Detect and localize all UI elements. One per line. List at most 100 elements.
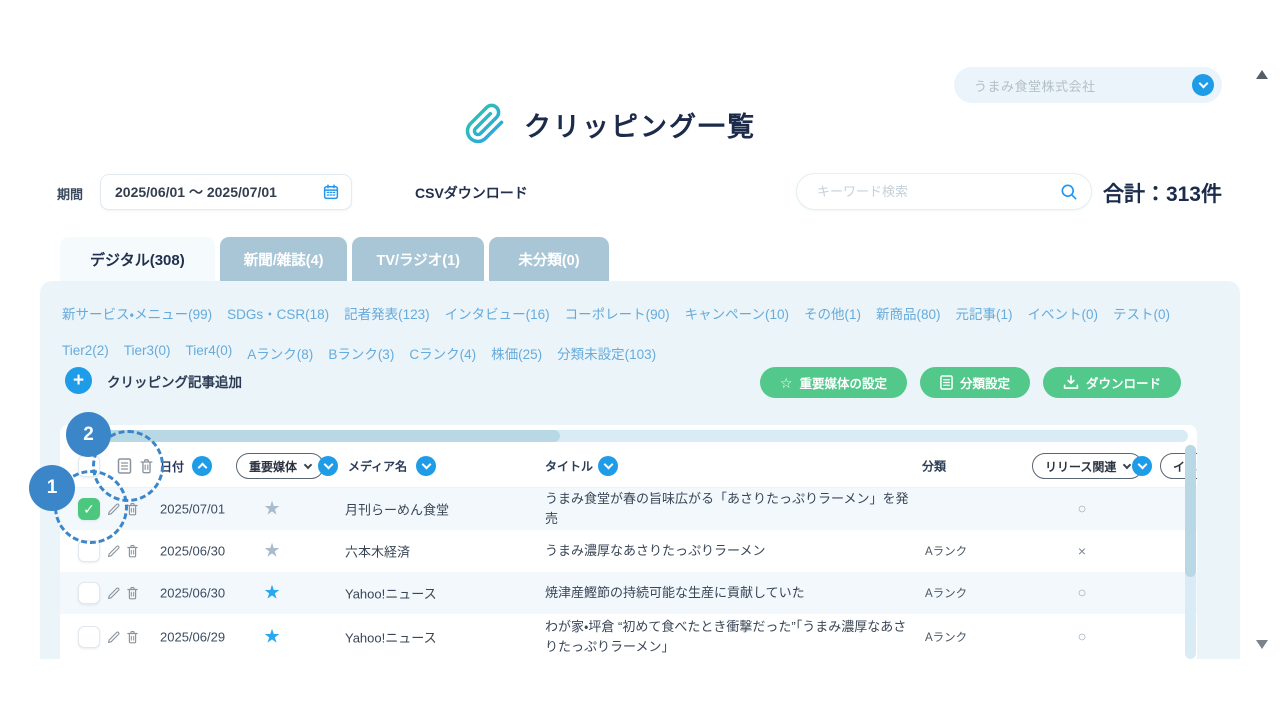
table-row: 2025/06/30 ★ Yahoo!ニュース 焼津産鰹節の持続可能な生産に貢献… — [60, 572, 1197, 614]
column-header-date[interactable]: 日付 — [160, 456, 212, 476]
important-media-settings-label: 重要媒体の設定 — [799, 373, 887, 392]
row-title[interactable]: 焼津産鰹節の持続可能な生産に貢献していた — [545, 583, 913, 603]
chevron-down-icon[interactable] — [1192, 74, 1214, 96]
row-date: 2025/06/30 — [160, 586, 225, 601]
category-filter-link[interactable]: Tier2(2) — [62, 343, 109, 363]
tab-newspaper-magazine[interactable]: 新聞/雑誌(4) — [220, 237, 348, 281]
table-action-buttons: ☆ 重要媒体の設定 分類設定 ダウンロード — [760, 367, 1181, 398]
category-filter-link[interactable]: Tier3(0) — [124, 343, 171, 363]
category-filter-link[interactable]: 新サービス・メニュー(99) — [62, 303, 212, 323]
row-classification: Aランク — [925, 629, 967, 645]
total-count: 合計：313件 — [1103, 178, 1222, 208]
row-checkbox[interactable] — [78, 582, 100, 604]
period-label: 期間 — [57, 184, 83, 203]
row-title[interactable]: わが家・坪倉 “初めて食べたとき衝撃だった”「うまみ濃厚なあさりたっぷりラーメン… — [545, 616, 913, 656]
clipboard-icon — [940, 375, 953, 390]
important-media-settings-button[interactable]: ☆ 重要媒体の設定 — [760, 367, 907, 398]
row-media-name: 月刊らーめん食堂 — [345, 500, 449, 519]
tab-digital[interactable]: デジタル(308) — [60, 237, 215, 281]
controls-row: 期間 2025/06/01 ～ 2025/07/01 CSVダウンロード 合計：… — [0, 172, 1280, 212]
category-filter-link[interactable]: キャンペーン(10) — [685, 303, 789, 323]
row-title[interactable]: うまみ食堂が春の旨味広がる「あさりたっぷりラーメン」を発売 — [545, 489, 913, 529]
row-date: 2025/06/30 — [160, 544, 225, 559]
row-checkbox[interactable] — [78, 626, 100, 648]
content-panel: 新サービス・メニュー(99) SDGs・CSR(18) 記者発表(123) インタビュ… — [40, 281, 1240, 659]
calendar-icon[interactable] — [322, 183, 340, 201]
row-release-mark: ○ — [1060, 585, 1104, 602]
category-filter-link[interactable]: コーポレート(90) — [565, 303, 670, 323]
search-input[interactable] — [817, 184, 1059, 199]
trash-icon[interactable] — [124, 543, 140, 559]
csv-download-link[interactable]: CSVダウンロード — [415, 183, 528, 203]
category-filter-link[interactable]: 記者発表(123) — [344, 303, 430, 323]
category-filters-row1: 新サービス・メニュー(99) SDGs・CSR(18) 記者発表(123) インタビュ… — [62, 303, 1220, 323]
search-icon[interactable] — [1059, 182, 1079, 202]
column-header-classification: 分類 — [922, 458, 946, 475]
row-media-name: 六本木経済 — [345, 542, 410, 561]
table-vertical-scrollbar[interactable] — [1185, 445, 1196, 659]
category-filter-link[interactable]: Tier4(0) — [186, 343, 233, 363]
important-media-star-icon[interactable]: ★ — [258, 582, 286, 605]
classification-settings-label: 分類設定 — [960, 373, 1010, 392]
clipping-table: 日付 重要媒体 メディア名 タイトル 分類 リリース関連 — [60, 425, 1197, 659]
row-date: 2025/06/29 — [160, 629, 225, 644]
title-filter-icon[interactable] — [598, 456, 618, 476]
search-box[interactable] — [796, 173, 1092, 210]
category-filter-link[interactable]: テスト(0) — [1113, 303, 1170, 323]
trash-icon[interactable] — [124, 585, 140, 601]
category-filter-link[interactable]: インタビュー(16) — [445, 303, 550, 323]
edit-icon[interactable] — [106, 629, 122, 645]
release-filter-icon[interactable] — [1132, 456, 1152, 476]
table-row: ✓ 2025/07/01 ★ 月刊らーめん食堂 うまみ食堂が春の旨味広がる「あさ… — [60, 488, 1197, 530]
paperclip-icon — [464, 103, 506, 145]
row-media-name: Yahoo!ニュース — [345, 627, 437, 646]
release-filter-label: リリース関連 — [1045, 458, 1116, 475]
row-title[interactable]: うまみ濃厚なあさりたっぷりラーメン — [545, 541, 913, 561]
table-header-row: 日付 重要媒体 メディア名 タイトル 分類 リリース関連 — [60, 445, 1197, 488]
trash-icon[interactable] — [124, 629, 140, 645]
company-selector[interactable]: うまみ食堂株式会社 — [954, 67, 1222, 103]
plus-icon[interactable]: + — [65, 367, 92, 394]
scrollbar-thumb[interactable] — [1185, 445, 1196, 577]
column-header-title: タイトル — [545, 458, 593, 475]
category-filter-link[interactable]: 分類未設定(103) — [557, 343, 656, 363]
category-filter-link[interactable]: 株価(25) — [491, 343, 542, 363]
category-filters-row2: Tier2(2) Tier3(0) Tier4(0) Aランク(8) Bランク(3) Cラ… — [62, 343, 1220, 363]
sort-ascending-icon[interactable] — [192, 456, 212, 476]
page-scroll-down-icon[interactable] — [1256, 640, 1268, 649]
category-filter-link[interactable]: その他(1) — [804, 303, 861, 323]
important-media-star-icon[interactable]: ★ — [258, 625, 286, 648]
category-filter-link[interactable]: 新商品(80) — [876, 303, 941, 323]
important-media-dropdown[interactable]: 重要媒体 — [236, 453, 324, 479]
category-filter-link[interactable]: Cランク(4) — [409, 343, 476, 363]
release-filter-dropdown[interactable]: リリース関連 — [1032, 453, 1143, 479]
page-scroll-up-icon[interactable] — [1256, 70, 1268, 79]
add-article-button[interactable]: + クリッピング記事追加 — [65, 367, 242, 394]
important-media-star-icon[interactable]: ★ — [258, 498, 286, 521]
category-filter-link[interactable]: SDGs・CSR(18) — [227, 303, 329, 323]
category-filter-link[interactable]: 元記事(1) — [956, 303, 1013, 323]
category-filter-link[interactable]: Bランク(3) — [328, 343, 394, 363]
company-selector-label: うまみ食堂株式会社 — [974, 76, 1096, 95]
page-title: クリッピング一覧 — [524, 105, 756, 144]
annotation-badge-1: 1 — [29, 465, 75, 511]
download-button[interactable]: ダウンロード — [1043, 367, 1181, 398]
row-classification: Aランク — [925, 585, 967, 601]
classification-settings-button[interactable]: 分類設定 — [920, 367, 1030, 398]
table-horizontal-scrollbar[interactable] — [67, 430, 1188, 442]
important-media-filter-icon[interactable] — [318, 456, 338, 476]
important-media-dropdown-label: 重要媒体 — [249, 458, 297, 475]
row-release-mark: ○ — [1060, 501, 1104, 518]
important-media-star-icon[interactable]: ★ — [258, 540, 286, 563]
edit-icon[interactable] — [106, 585, 122, 601]
edit-icon[interactable] — [106, 543, 122, 559]
tab-bar: デジタル(308) 新聞/雑誌(4) TV/ラジオ(1) 未分類(0) — [60, 237, 609, 281]
media-name-filter-icon[interactable] — [416, 456, 436, 476]
tab-tv-radio[interactable]: TV/ラジオ(1) — [352, 237, 484, 281]
date-range-input[interactable]: 2025/06/01 ～ 2025/07/01 — [100, 174, 352, 210]
category-filter-link[interactable]: イベント(0) — [1028, 303, 1099, 323]
star-outline-icon: ☆ — [780, 376, 793, 390]
tab-uncategorized[interactable]: 未分類(0) — [489, 237, 609, 281]
row-media-name: Yahoo!ニュース — [345, 584, 437, 603]
category-filter-link[interactable]: Aランク(8) — [247, 343, 313, 363]
